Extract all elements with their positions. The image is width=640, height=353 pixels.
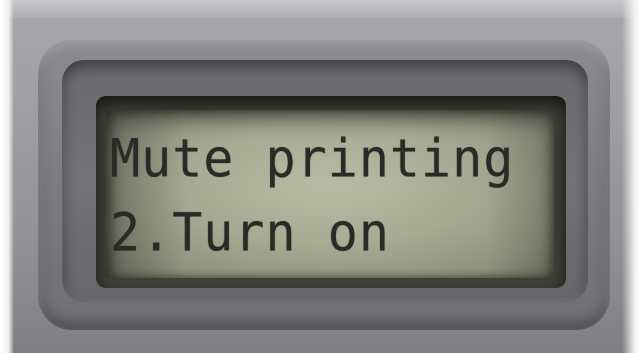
device-top-edge — [0, 0, 640, 18]
photo-right-edge — [622, 0, 640, 353]
lcd-line-1: Mute printing — [110, 128, 515, 189]
printer-panel-photo: Mute printing 2.Turn on — [0, 0, 640, 353]
lcd-line-2: 2.Turn on — [110, 202, 390, 263]
lcd-screen: Mute printing 2.Turn on — [106, 110, 554, 278]
lcd-display: Mute printing 2.Turn on — [96, 96, 566, 288]
photo-left-edge — [0, 0, 14, 353]
